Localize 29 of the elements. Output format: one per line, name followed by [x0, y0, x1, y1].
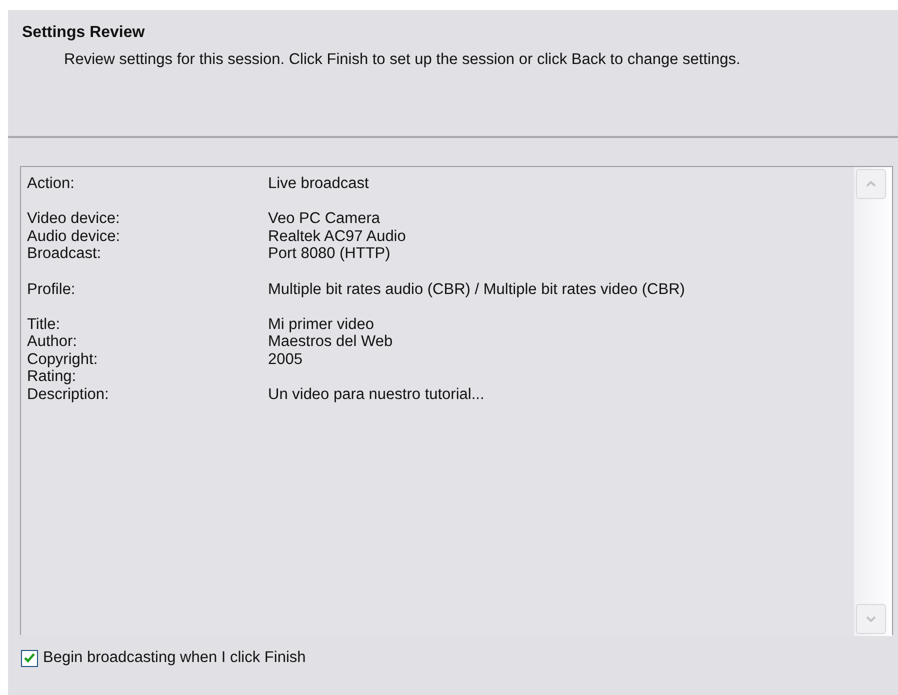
checkbox[interactable] — [21, 650, 38, 666]
setting-label: Rating: — [27, 368, 78, 386]
scroll-up-button[interactable] — [856, 169, 886, 199]
scroll-down-button[interactable] — [856, 604, 886, 634]
page-title: Settings Review — [22, 24, 145, 42]
check-icon — [24, 653, 35, 663]
setting-value: Port 8080 (HTTP) — [268, 245, 390, 262]
begin-broadcasting-checkbox[interactable]: Begin broadcasting when I click Finish — [21, 649, 306, 667]
setting-value: Mi primer video — [268, 316, 374, 333]
setting-label: Audio device: — [27, 228, 122, 245]
setting-label: Broadcast: — [27, 245, 102, 262]
setting-label: Video device: — [27, 210, 121, 228]
setting-value: Maestros del Web — [268, 333, 393, 350]
setting-label: Description: — [27, 386, 110, 403]
setting-label: Author: — [27, 333, 78, 350]
chevron-down-icon — [866, 616, 876, 622]
chevron-up-icon — [866, 181, 876, 187]
setting-value: 2005 — [268, 350, 302, 368]
setting-value: Realtek AC97 Audio — [268, 228, 406, 245]
setting-label: Action: — [27, 175, 76, 192]
page-description: Review settings for this session. Click Finish to set up the session or click Back to change settings. — [64, 50, 742, 70]
setting-label: Copyright: — [27, 350, 99, 368]
setting-label: Title: — [27, 316, 62, 333]
setting-value: Veo PC Camera — [268, 210, 380, 228]
scrollbar[interactable] — [854, 167, 892, 636]
setting-value: Un video para nuestro tutorial... — [268, 386, 484, 403]
setting-value: Live broadcast — [268, 175, 369, 192]
setting-value: Multiple bit rates audio (CBR) / Multiple bit rates video (CBR) — [268, 280, 685, 298]
setting-label: Profile: — [27, 280, 76, 298]
